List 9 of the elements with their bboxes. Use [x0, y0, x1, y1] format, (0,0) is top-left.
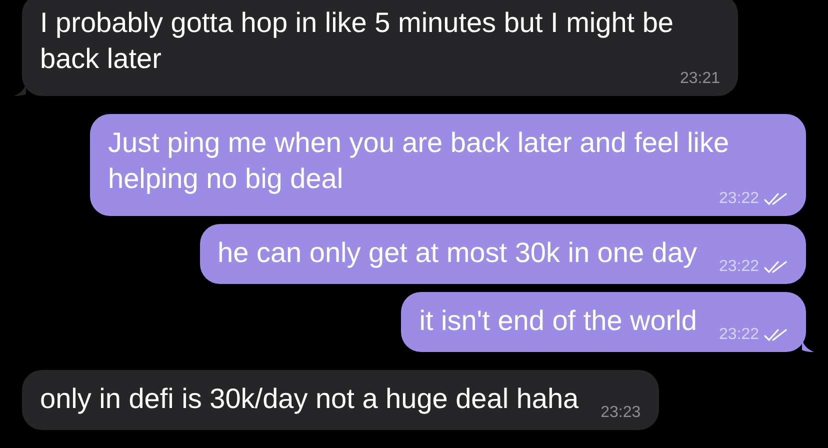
message-text: only in defi is 30k/day not a huge deal haha	[40, 382, 579, 416]
message-text: I probably gotta hop in like 5 minutes but I might be back later	[40, 6, 674, 76]
message-time: 23:23	[600, 403, 641, 423]
message-time: 23:22	[718, 189, 759, 209]
message-time: 23:22	[718, 257, 759, 277]
message-text: he can only get at most 30k in one day	[218, 236, 697, 270]
message-time: 23:22	[718, 325, 759, 345]
message-text: it isn't end of the world	[419, 304, 697, 338]
message-time: 23:21	[680, 69, 720, 89]
